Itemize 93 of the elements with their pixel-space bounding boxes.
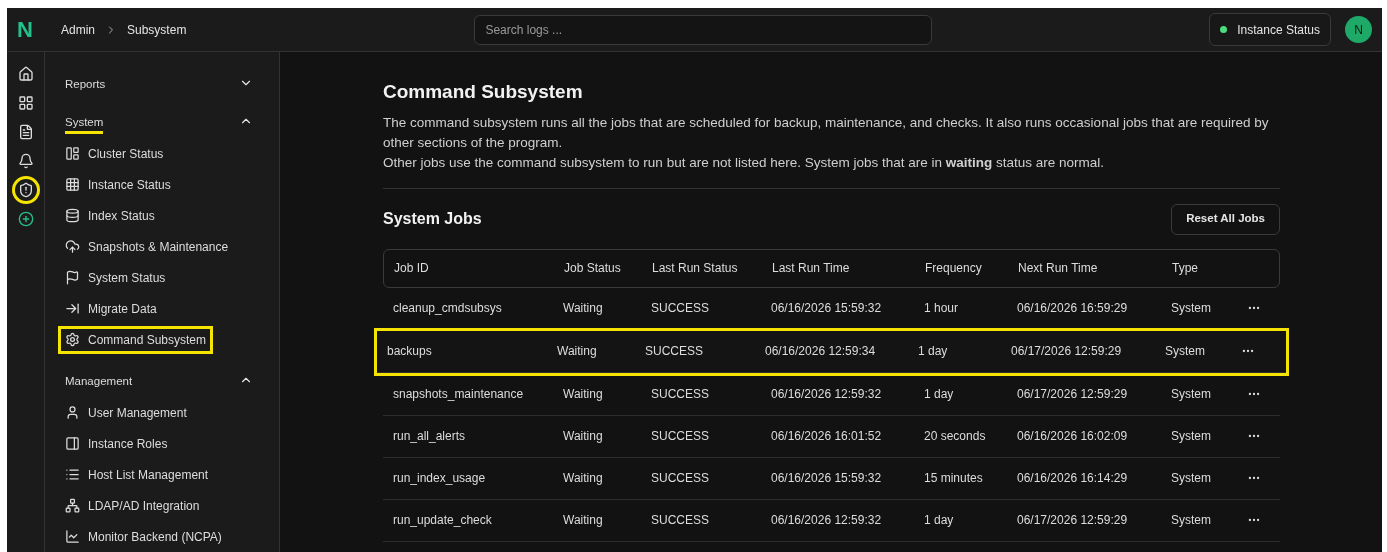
section-heading[interactable]: Management (65, 375, 133, 387)
table-cell: 06/16/2026 15:59:32 (771, 471, 882, 485)
table-cell: SUCCESS (651, 301, 709, 315)
table-cell: 15 minutes (924, 471, 983, 485)
avatar[interactable]: N (1345, 16, 1372, 43)
sidebar-item[interactable]: Cluster Status (61, 142, 168, 165)
sidebar-item[interactable]: Host List Management (61, 463, 213, 486)
bell-icon[interactable] (17, 153, 34, 169)
table-cell: Waiting (563, 301, 603, 315)
table-cell: 06/16/2026 12:59:32 (771, 513, 882, 527)
sidebar-item[interactable]: Monitor Backend (NCPA) (61, 525, 226, 548)
breadcrumb-current: Subsystem (127, 21, 187, 39)
table-cell: System (1165, 344, 1205, 358)
table-cell: run_all_alerts (393, 429, 466, 443)
section-title: System Jobs (383, 209, 482, 229)
section-heading[interactable]: System (65, 116, 104, 134)
sidebar-item[interactable]: Index Status (61, 204, 159, 227)
sidebar-item[interactable]: User Management (61, 401, 191, 424)
table-cell: 06/16/2026 16:01:52 (771, 429, 882, 443)
table-cell: System (1171, 429, 1211, 443)
column-header: Job ID (394, 261, 429, 275)
table-cell: 06/17/2026 12:59:29 (1011, 344, 1122, 358)
home-icon[interactable] (17, 66, 34, 82)
table-cell: System (1171, 513, 1211, 527)
layout-icon (65, 146, 80, 161)
sidebar-item[interactable]: Instance Roles (61, 432, 172, 455)
description-paragraph: Other jobs use the command subsystem to run but are not listed here. System jobs that are in waiting status are normal. (383, 153, 1106, 172)
table-cell: SUCCESS (651, 471, 709, 485)
column-header: Next Run Time (1018, 261, 1098, 275)
import-icon (65, 301, 80, 316)
table-cell: System (1171, 301, 1211, 315)
shield-icon[interactable] (11, 176, 40, 204)
sidebar-item[interactable]: Command Subsystem (61, 328, 211, 351)
column-header: Type (1172, 261, 1198, 275)
table-cell: 06/16/2026 15:59:32 (771, 301, 882, 315)
table-cell: Waiting (563, 429, 603, 443)
sidebar-item[interactable]: Migrate Data (61, 297, 161, 320)
document-icon[interactable] (17, 124, 34, 140)
column-header: Last Run Time (772, 261, 850, 275)
search-field[interactable]: Search logs ... (474, 14, 933, 45)
panel-icon (65, 436, 80, 451)
table-cell: System (1171, 387, 1211, 401)
column-header: Frequency (925, 261, 982, 275)
table-cell: SUCCESS (651, 513, 709, 527)
table-cell: cleanup_cmdsubsys (393, 301, 502, 315)
network-icon (65, 498, 80, 513)
list-icon (65, 467, 80, 482)
table-cell: Waiting (557, 344, 597, 358)
table-cell: backups (387, 344, 432, 358)
breadcrumb-link[interactable]: Admin (61, 20, 95, 39)
table-cell: run_update_check (393, 513, 492, 527)
table-cell: 1 day (924, 513, 954, 527)
table-cell: SUCCESS (651, 429, 709, 443)
logo[interactable]: N (17, 13, 41, 46)
sidebar-item[interactable]: LDAP/AD Integration (61, 494, 204, 517)
table-cell: 06/16/2026 16:59:29 (1017, 301, 1128, 315)
table-cell: Waiting (563, 387, 603, 401)
table-cell: SUCCESS (645, 344, 703, 358)
plus-circle-icon[interactable] (17, 211, 34, 227)
table-cell: 06/17/2026 12:59:29 (1017, 513, 1128, 527)
user-icon (65, 405, 80, 420)
flag-icon (65, 270, 80, 285)
table-icon (65, 177, 80, 192)
table-cell: 06/16/2026 16:02:09 (1017, 429, 1128, 443)
table-cell: 06/17/2026 12:59:29 (1017, 387, 1128, 401)
instance-status-button[interactable]: Instance Status (1209, 13, 1331, 46)
chart-icon (65, 529, 80, 544)
section-heading[interactable]: Reports (65, 78, 106, 90)
table-cell: 1 day (918, 344, 948, 358)
settings-icon (65, 332, 80, 347)
cloud-upload-icon (65, 239, 80, 254)
sidebar-item[interactable]: Instance Status (61, 173, 175, 196)
table-cell: 06/16/2026 16:14:29 (1017, 471, 1128, 485)
table-cell: 1 day (924, 387, 954, 401)
grid-icon[interactable] (17, 95, 34, 111)
sidebar-item[interactable]: Snapshots & Maintenance (61, 235, 233, 258)
table-cell: 06/16/2026 12:59:32 (771, 387, 882, 401)
table-cell: snapshots_maintenance (393, 387, 524, 401)
database-icon (65, 208, 80, 223)
table-cell: Waiting (563, 471, 603, 485)
table-cell: 20 seconds (924, 429, 986, 443)
table-cell: SUCCESS (651, 387, 709, 401)
column-header: Job Status (564, 261, 621, 275)
column-header: Last Run Status (652, 261, 738, 275)
sidebar-item[interactable]: System Status (61, 266, 170, 289)
description-paragraph: The command subsystem runs all the jobs that are scheduled for backup, maintenance, and checks. It also runs occasional jobs that are required by other sections of the program. (383, 113, 1270, 152)
table-cell: System (1171, 471, 1211, 485)
reset-all-jobs-button[interactable]: Reset All Jobs (1171, 203, 1280, 235)
page-title: Command Subsystem (383, 80, 584, 104)
table-cell: 1 hour (924, 301, 959, 315)
table-cell: run_index_usage (393, 471, 486, 485)
table-cell: Waiting (563, 513, 603, 527)
table-cell: 06/16/2026 12:59:34 (765, 344, 876, 358)
